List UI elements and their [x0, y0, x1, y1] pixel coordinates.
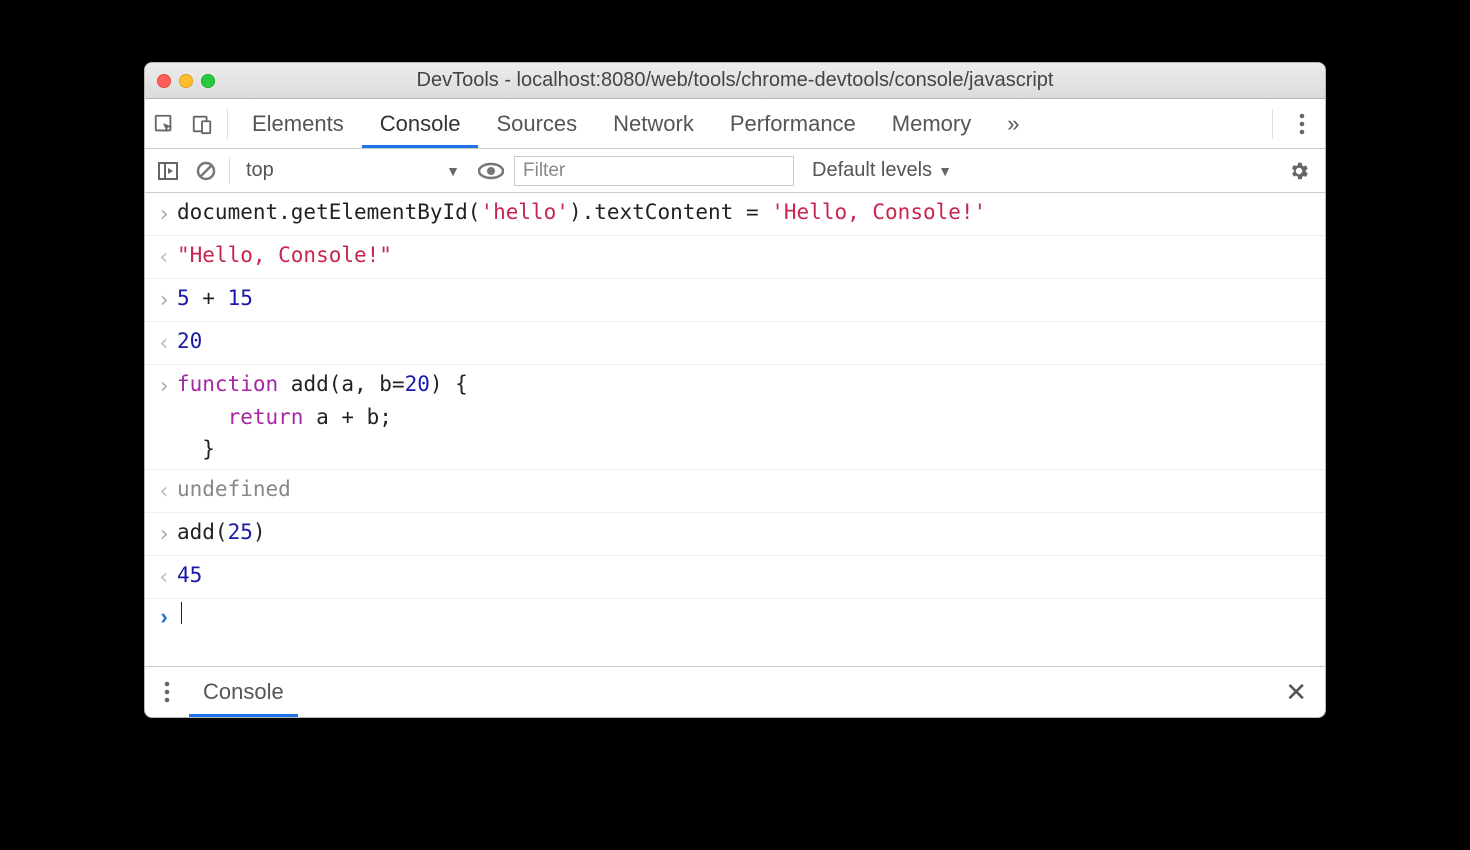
drawer-tab-label: Console — [203, 679, 284, 705]
toggle-sidebar-icon[interactable] — [153, 162, 183, 180]
prompt-icon — [151, 602, 177, 630]
console-settings-icon[interactable] — [1287, 160, 1317, 182]
spacer — [145, 633, 1325, 667]
console-input[interactable] — [177, 602, 182, 630]
log-levels-label: Default levels — [812, 159, 932, 182]
console-filterbar: top ▼ Default levels ▼ — [145, 149, 1325, 193]
device-toolbar-icon[interactable] — [183, 113, 221, 135]
live-expression-icon[interactable] — [476, 162, 506, 180]
divider — [229, 158, 230, 184]
console-command-row: document.getElementById('hello').textCon… — [145, 193, 1325, 236]
devtools-window: DevTools - localhost:8080/web/tools/chro… — [144, 62, 1326, 718]
divider — [227, 109, 228, 139]
console-result-row: 20 — [145, 322, 1325, 365]
console-input-row[interactable] — [145, 599, 1325, 633]
tab-label: Performance — [730, 111, 856, 137]
text-cursor — [181, 602, 182, 624]
tab-sources[interactable]: Sources — [478, 99, 595, 148]
code-text: 5 + 15 — [177, 282, 253, 318]
panel-tabbar: Elements Console Sources Network Performance… — [145, 99, 1325, 149]
titlebar[interactable]: DevTools - localhost:8080/web/tools/chro… — [145, 63, 1325, 99]
code-text: undefined — [177, 473, 291, 509]
close-window-button[interactable] — [157, 74, 171, 88]
input-chevron-icon — [151, 368, 177, 466]
kebab-menu-icon[interactable] — [1279, 113, 1325, 135]
close-drawer-icon[interactable]: ✕ — [1285, 677, 1325, 708]
minimize-window-button[interactable] — [179, 74, 193, 88]
tabs-overflow-button[interactable]: » — [989, 99, 1037, 148]
tab-console[interactable]: Console — [362, 99, 479, 148]
code-text: function add(a, b=20) { return a + b; } — [177, 368, 468, 466]
code-text: 45 — [177, 559, 202, 595]
clear-console-icon[interactable] — [191, 161, 221, 181]
drawer-menu-icon[interactable] — [145, 681, 189, 703]
context-selector[interactable]: top ▼ — [238, 156, 468, 186]
console-result-row: undefined — [145, 470, 1325, 513]
code-text: document.getElementById('hello').textCon… — [177, 196, 986, 232]
output-chevron-icon — [151, 325, 177, 361]
console-command-row: function add(a, b=20) { return a + b; } — [145, 365, 1325, 470]
output-chevron-icon — [151, 559, 177, 595]
code-text: add(25) — [177, 516, 266, 552]
window-title: DevTools - localhost:8080/web/tools/chro… — [145, 69, 1325, 92]
context-selector-value: top — [246, 159, 274, 182]
code-text: "Hello, Console!" — [177, 239, 392, 275]
tab-label: Elements — [252, 111, 344, 137]
tab-network[interactable]: Network — [595, 99, 712, 148]
inspect-element-icon[interactable] — [145, 113, 183, 135]
drawer-tab-console[interactable]: Console — [189, 667, 298, 717]
tab-label: Network — [613, 111, 694, 137]
input-chevron-icon — [151, 196, 177, 232]
input-chevron-icon — [151, 282, 177, 318]
tab-label: Console — [380, 111, 461, 137]
output-chevron-icon — [151, 473, 177, 509]
tab-performance[interactable]: Performance — [712, 99, 874, 148]
window-traffic-lights — [157, 74, 215, 88]
log-levels-selector[interactable]: Default levels ▼ — [802, 159, 952, 182]
chevron-down-icon: ▼ — [938, 163, 952, 179]
console-command-row: add(25) — [145, 513, 1325, 556]
tab-label: Sources — [496, 111, 577, 137]
overflow-glyph: » — [1007, 111, 1019, 137]
console-output: document.getElementById('hello').textCon… — [145, 193, 1325, 599]
divider — [1272, 109, 1273, 139]
console-result-row: "Hello, Console!" — [145, 236, 1325, 279]
console-command-row: 5 + 15 — [145, 279, 1325, 322]
console-result-row: 45 — [145, 556, 1325, 599]
code-text: 20 — [177, 325, 202, 361]
chevron-down-icon: ▼ — [446, 163, 460, 179]
tab-memory[interactable]: Memory — [874, 99, 989, 148]
tab-label: Memory — [892, 111, 971, 137]
output-chevron-icon — [151, 239, 177, 275]
input-chevron-icon — [151, 516, 177, 552]
tab-elements[interactable]: Elements — [234, 99, 362, 148]
filter-input[interactable] — [514, 156, 794, 186]
maximize-window-button[interactable] — [201, 74, 215, 88]
drawer: Console ✕ — [145, 667, 1325, 717]
